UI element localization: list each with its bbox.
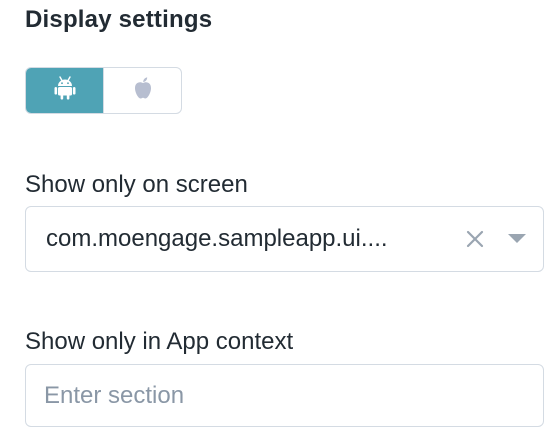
screen-select-value: com.moengage.sampleapp.ui.... xyxy=(46,225,388,252)
clear-icon[interactable] xyxy=(455,219,495,259)
section-title: Display settings xyxy=(25,6,213,33)
screen-select[interactable]: com.moengage.sampleapp.ui.... xyxy=(25,206,544,272)
android-platform-button[interactable] xyxy=(26,68,103,113)
screen-field-label: Show only on screen xyxy=(25,171,248,198)
chevron-down-icon[interactable] xyxy=(497,219,537,259)
apple-icon xyxy=(132,76,154,105)
context-field-label: Show only in App context xyxy=(25,328,294,355)
section-input[interactable] xyxy=(25,364,544,427)
android-icon xyxy=(54,76,76,105)
display-settings-panel: Display settings Show only on screen com… xyxy=(0,0,556,448)
platform-toggle xyxy=(25,67,182,114)
ios-platform-button[interactable] xyxy=(103,68,181,113)
